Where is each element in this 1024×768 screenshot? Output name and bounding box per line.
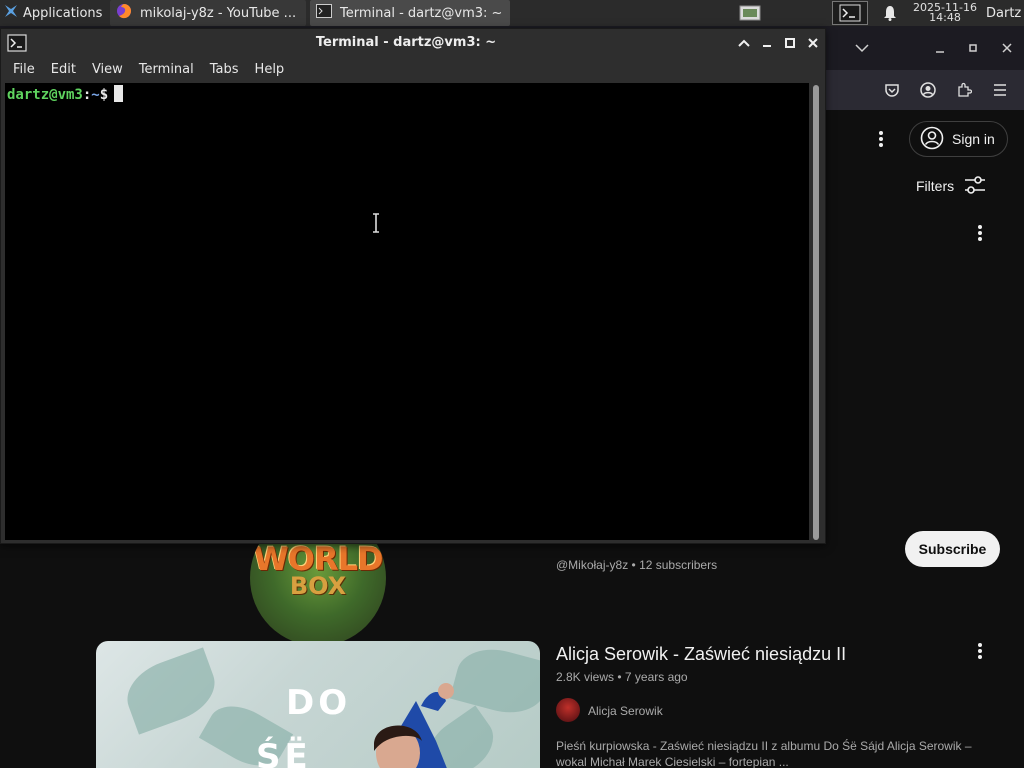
terminal-window: Terminal - dartz@vm3: ~ File Edit View T… — [0, 28, 826, 544]
prompt-sign: $ — [99, 87, 109, 103]
text-cursor — [114, 85, 124, 102]
terminal-scrollbar[interactable] — [811, 85, 821, 540]
channel-meta: @Mikołaj-y8z • 12 subscribers — [556, 558, 718, 572]
menu-grip-icon: ⠿ — [106, 6, 108, 21]
maximize-icon[interactable] — [963, 38, 983, 58]
more-options-icon[interactable] — [870, 128, 892, 150]
user-menu[interactable]: Dartz — [986, 0, 1024, 26]
author-name[interactable]: Alicja Serowik — [588, 704, 663, 718]
minimize-icon[interactable] — [930, 38, 950, 58]
prompt-path: ~ — [91, 87, 100, 103]
sliders-icon — [964, 175, 986, 197]
shade-icon[interactable] — [735, 33, 753, 53]
applications-label: Applications — [23, 5, 103, 21]
screen-monitor-icon[interactable] — [736, 0, 764, 26]
filters-button[interactable]: Filters — [916, 174, 996, 198]
window-title: Terminal - dartz@vm3: ~ — [315, 35, 497, 50]
top-panel: Applications ⠿ mikolaj-y8z - YouTube ...… — [0, 0, 1024, 26]
account-circle-icon — [920, 126, 944, 153]
close-icon[interactable] — [804, 33, 822, 53]
extensions-icon[interactable] — [954, 80, 974, 100]
mouse-ibeam-icon — [373, 213, 379, 233]
filters-label: Filters — [916, 178, 955, 194]
menu-view[interactable]: View — [86, 62, 129, 77]
tray-terminal-icon[interactable] — [832, 1, 868, 25]
taskbar-item-terminal[interactable]: Terminal - dartz@vm3: ~ — [310, 0, 510, 26]
account-icon[interactable] — [918, 80, 938, 100]
menu-tabs[interactable]: Tabs — [204, 62, 245, 77]
pocket-icon[interactable] — [882, 80, 902, 100]
more-options-icon[interactable] — [970, 222, 990, 244]
hamburger-menu-icon[interactable] — [990, 80, 1010, 100]
sign-in-button[interactable]: Sign in — [909, 121, 1008, 157]
menu-terminal[interactable]: Terminal — [133, 62, 200, 77]
clock[interactable]: 2025-11-16 14:48 — [910, 0, 980, 26]
applications-menu[interactable]: Applications ⠿ — [0, 0, 108, 26]
desktop: Applications ⠿ mikolaj-y8z - YouTube ...… — [0, 0, 1024, 768]
video-thumbnail[interactable]: DO ŚË — [96, 641, 540, 768]
notification-bell-icon[interactable] — [878, 0, 902, 26]
xfce-logo-icon — [3, 3, 19, 23]
scrollbar-thumb[interactable] — [813, 85, 819, 540]
close-icon[interactable] — [997, 38, 1017, 58]
video-title[interactable]: Alicja Serowik - Zaświeć niesiądzu II — [556, 644, 846, 665]
firefox-icon — [116, 3, 132, 23]
thumbnail-person — [374, 683, 454, 768]
taskbar-item-label: Terminal - dartz@vm3: ~ — [340, 5, 503, 21]
thumbnail-text: ŚË — [256, 737, 312, 768]
subscribe-button[interactable]: Subscribe — [905, 531, 1000, 567]
author-avatar[interactable] — [556, 698, 580, 722]
minimize-icon[interactable] — [758, 33, 776, 53]
sign-in-label: Sign in — [952, 131, 995, 147]
clock-time: 14:48 — [929, 11, 961, 24]
menu-help[interactable]: Help — [249, 62, 291, 77]
terminal-icon — [316, 4, 332, 22]
video-description: Pieśń kurpiowska - Zaświeć niesiądzu II … — [556, 739, 972, 768]
menu-edit[interactable]: Edit — [45, 62, 82, 77]
video-stats: 2.8K views • 7 years ago — [556, 670, 688, 684]
menu-file[interactable]: File — [7, 62, 41, 77]
terminal-menubar: File Edit View Terminal Tabs Help — [1, 57, 825, 81]
terminal-titlebar[interactable]: Terminal - dartz@vm3: ~ — [1, 29, 825, 57]
taskbar-item-label: mikolaj-y8z - YouTube ... — [140, 5, 297, 21]
thumbnail-text: DO — [286, 683, 352, 723]
prompt-line: dartz@vm3:~$ — [7, 85, 124, 103]
avatar-logo-text: BOX — [289, 572, 347, 600]
taskbar-item-firefox[interactable]: mikolaj-y8z - YouTube ... — [110, 0, 306, 26]
more-options-icon[interactable] — [970, 640, 990, 662]
maximize-icon[interactable] — [781, 33, 799, 53]
prompt-user: dartz@vm3 — [7, 87, 83, 103]
terminal-content[interactable]: dartz@vm3:~$ — [5, 83, 809, 540]
chevron-down-icon[interactable] — [852, 38, 872, 58]
